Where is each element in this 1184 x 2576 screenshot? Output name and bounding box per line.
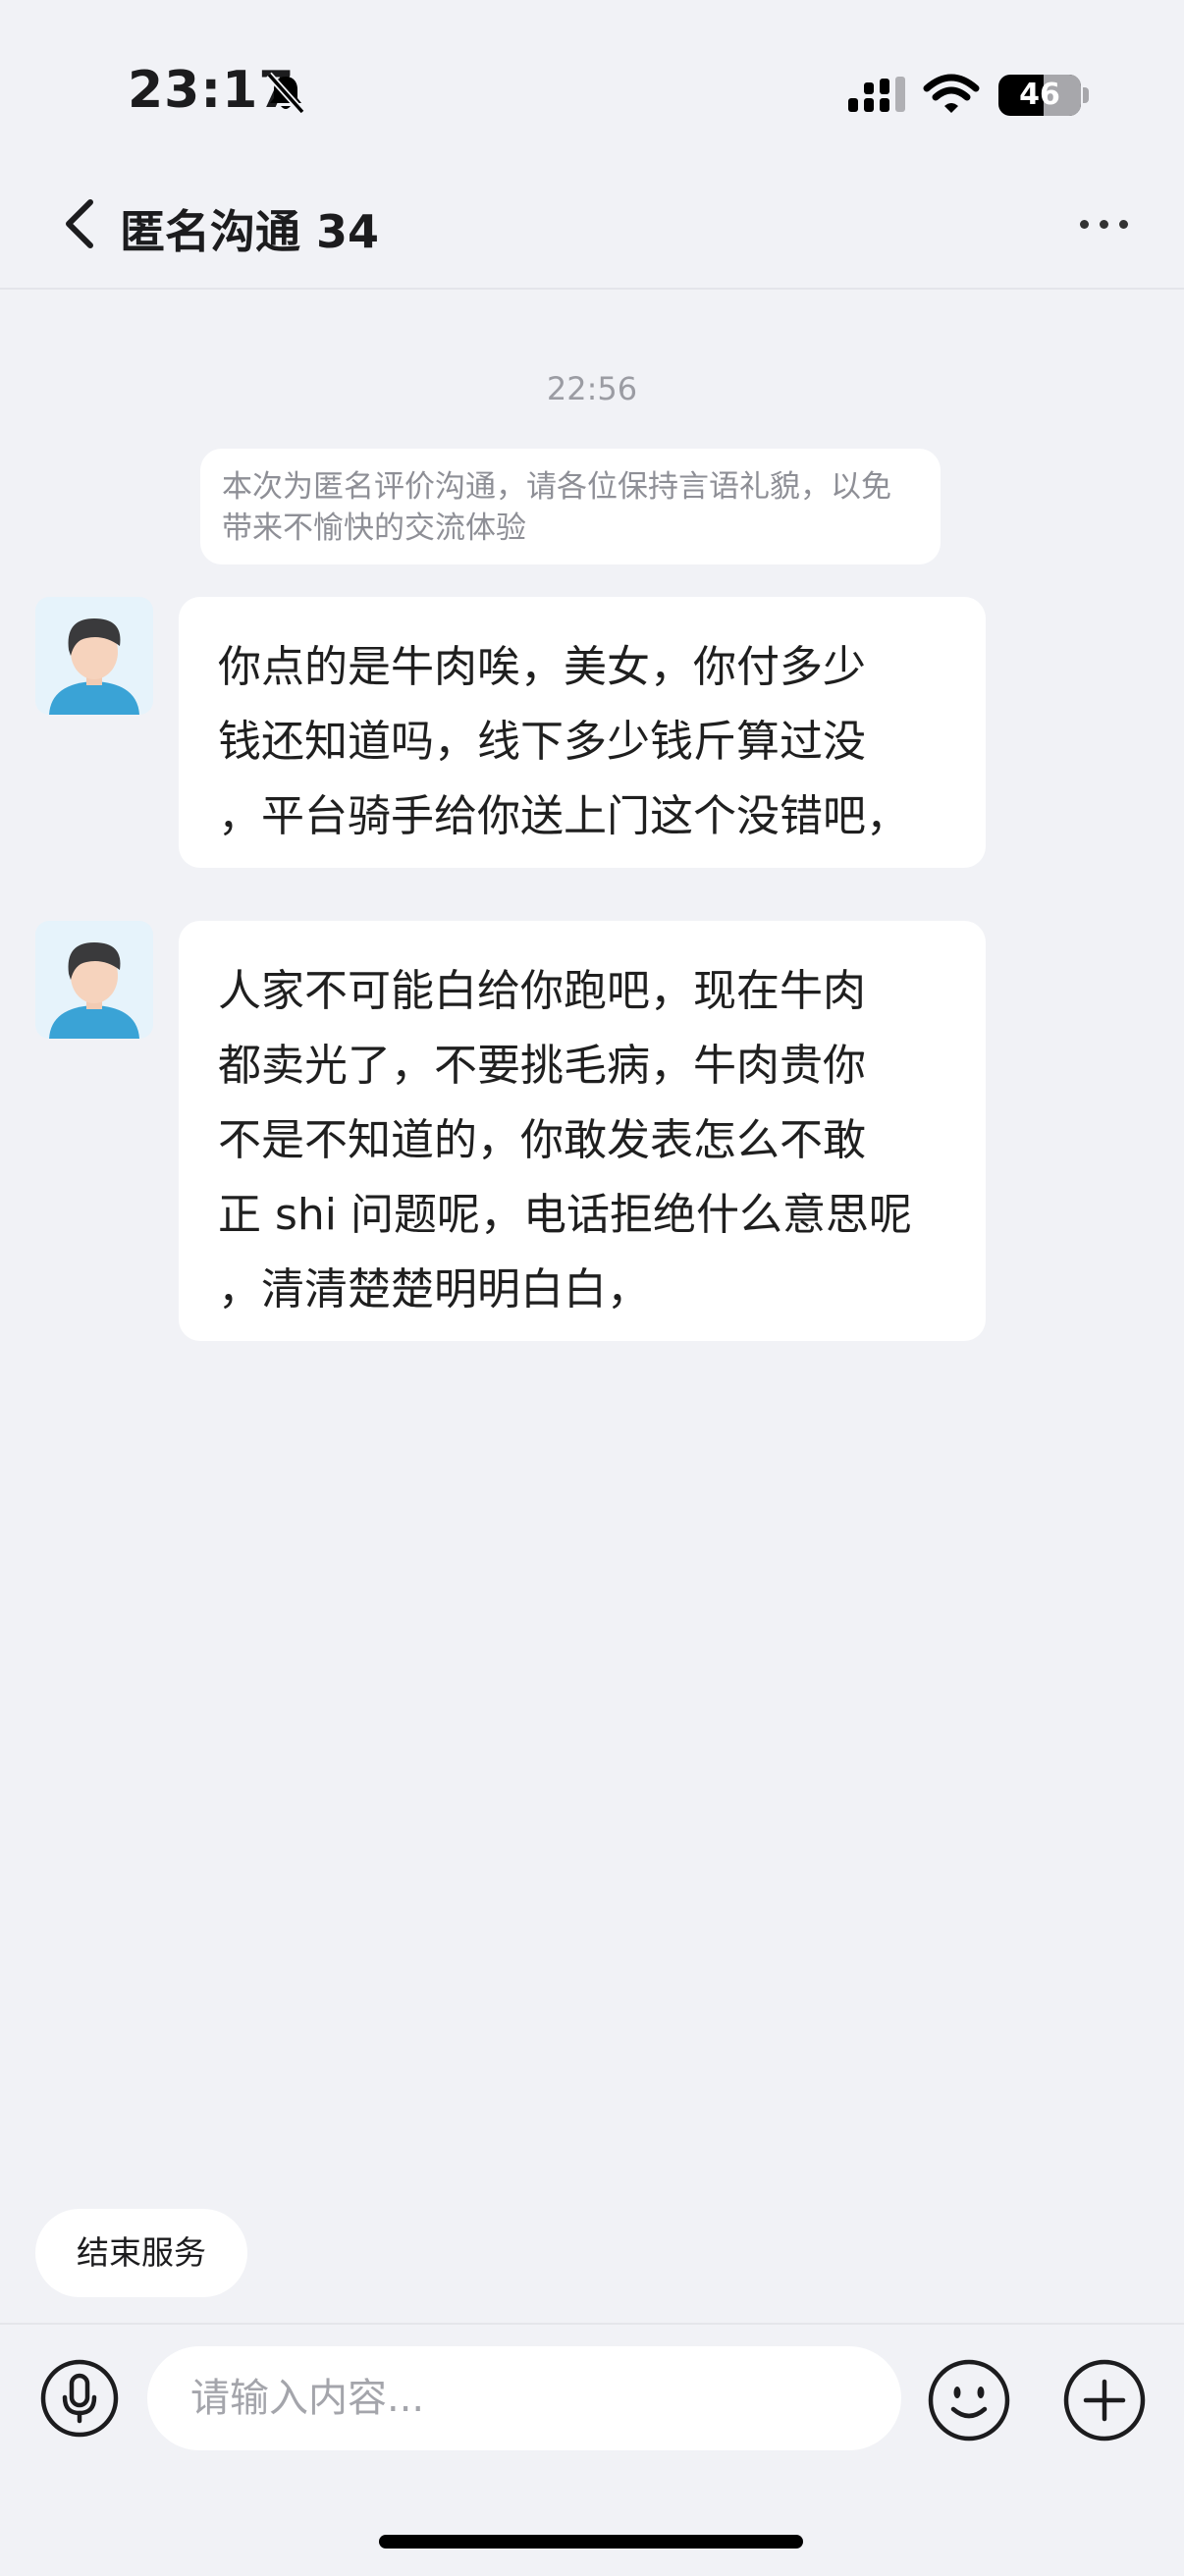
bell-slash-icon xyxy=(266,72,305,115)
chevron-left-icon[interactable] xyxy=(55,194,108,253)
smiley-icon[interactable] xyxy=(927,2358,1011,2442)
cellular-signal-icon xyxy=(848,77,905,112)
message-bubble[interactable]: 你点的是牛肉唉，美女，你付多少 钱还知道吗，线下多少钱斤算过没 ，平台骑手给你送… xyxy=(179,597,986,868)
avatar[interactable] xyxy=(35,921,153,1039)
home-indicator[interactable] xyxy=(379,2535,803,2549)
battery-cap xyxy=(1083,87,1089,103)
battery-icon: 46 xyxy=(998,75,1081,116)
user-avatar-icon xyxy=(49,618,139,715)
battery-level: 46 xyxy=(1019,78,1060,112)
message-timestamp: 22:56 xyxy=(546,370,638,407)
page-title: 匿名沟通 34 xyxy=(120,205,380,258)
ellipsis-icon[interactable] xyxy=(1070,206,1139,242)
nav-bar: 匿名沟通 34 xyxy=(0,167,1184,290)
microphone-icon[interactable] xyxy=(39,2358,120,2439)
plus-circle-icon[interactable] xyxy=(1062,2358,1147,2442)
message-bubble[interactable]: 人家不可能白给你跑吧，现在牛肉 都卖光了，不要挑毛病，牛肉贵你 不是不知道的，你… xyxy=(179,921,986,1341)
wifi-icon xyxy=(923,74,980,113)
message-input[interactable] xyxy=(147,2346,901,2450)
status-bar: 23:17 46 xyxy=(0,0,1184,167)
user-avatar-icon xyxy=(49,942,139,1039)
avatar[interactable] xyxy=(35,597,153,715)
anonymous-notice: 本次为匿名评价沟通，请各位保持言语礼貌，以免带来不愉快的交流体验 xyxy=(200,449,941,564)
end-service-button[interactable]: 结束服务 xyxy=(35,2209,247,2297)
